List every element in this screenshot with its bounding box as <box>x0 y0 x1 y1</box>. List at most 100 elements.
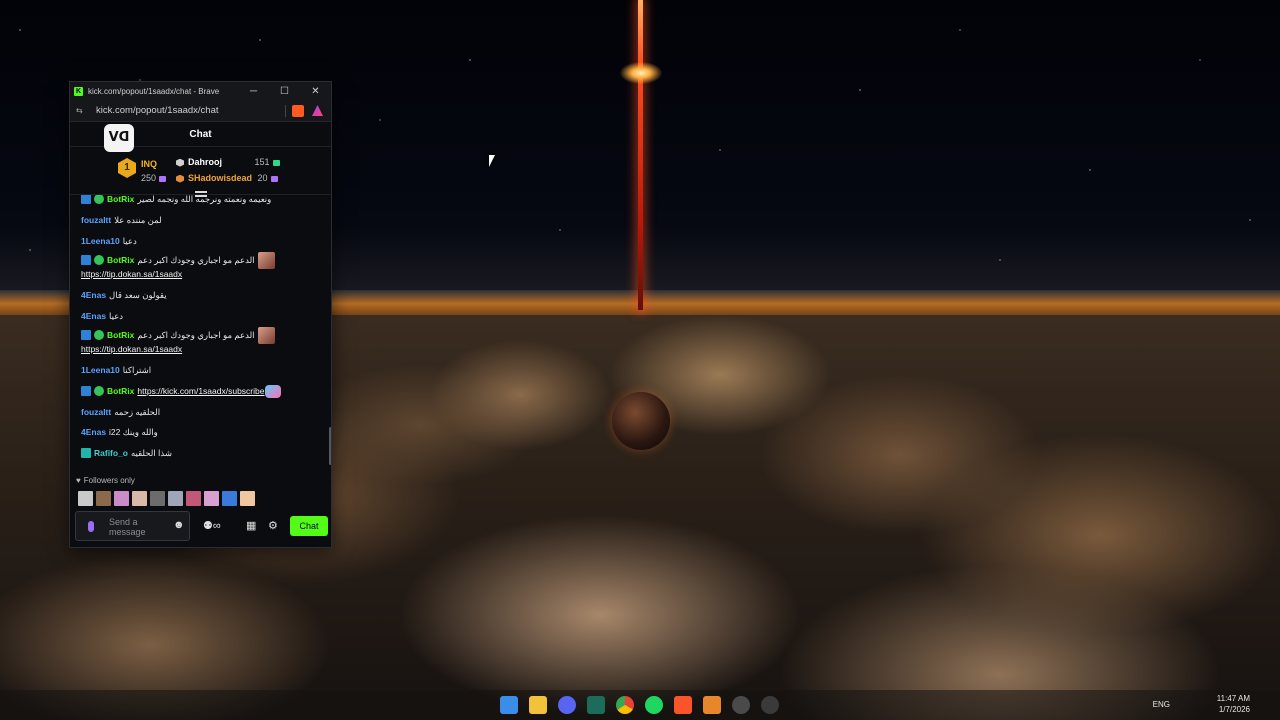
gift-icon <box>272 159 280 166</box>
avatar[interactable] <box>222 491 237 506</box>
avatar[interactable] <box>204 491 219 506</box>
tip-link[interactable]: https://tip.dokan.sa/1saadx <box>81 344 182 354</box>
chat-title: Chat <box>189 128 212 140</box>
leaderboard-third[interactable]: SHadowisdead 20 <box>176 170 280 186</box>
followers-only-label: Followers only <box>83 476 135 485</box>
message-placeholder: Send a message <box>109 517 146 537</box>
bot-badge-icon <box>81 386 91 396</box>
bot-badge-icon <box>81 330 91 340</box>
leaderboard-second[interactable]: Dahrooj 151 <box>176 154 280 170</box>
chat-text: اشتراكنا <box>122 364 152 375</box>
maximize-button[interactable]: ☐ <box>269 86 300 97</box>
chat-text: يقولون سعد قال <box>109 289 167 300</box>
avatar[interactable] <box>150 491 165 506</box>
minimize-button[interactable]: ─ <box>238 86 269 97</box>
site-settings-icon[interactable]: ⇆ <box>76 106 88 115</box>
divider <box>285 104 286 117</box>
window-title: kick.com/popout/1saadx/chat - Brave <box>88 86 220 96</box>
chat-header: V⁠ᗡ Chat <box>70 122 331 152</box>
tip-link[interactable]: https://tip.dokan.sa/1saadx <box>81 269 182 279</box>
discord-icon[interactable] <box>558 696 576 714</box>
chat-username[interactable]: 4Enas <box>81 311 106 321</box>
emote-icon <box>257 326 275 344</box>
avatar[interactable] <box>78 491 93 506</box>
windows-taskbar <box>0 690 1280 720</box>
rewards-badge: 1 <box>320 105 323 108</box>
steam-icon[interactable] <box>761 696 779 714</box>
app-icon[interactable] <box>703 696 721 714</box>
microphone-icon[interactable] <box>88 521 94 532</box>
bot-badge-icon <box>81 255 91 265</box>
chat-message: BotRix https://kick.com/1saadx/subscribe <box>81 384 282 398</box>
chat-username[interactable]: 1Leena10 <box>81 236 120 246</box>
leaderboard-third-count: 20 <box>257 173 268 183</box>
leaderboard-second-name: Dahrooj <box>188 157 223 167</box>
avatar[interactable] <box>186 491 201 506</box>
silver-rank-icon <box>176 158 184 167</box>
recent-chatters <box>78 491 258 506</box>
emote-icon <box>257 251 275 269</box>
rank-1-badge-icon: 1 <box>118 158 136 178</box>
avatar[interactable] <box>114 491 129 506</box>
language-indicator[interactable]: ENG <box>1146 700 1170 709</box>
chat-username[interactable]: BotRix <box>107 255 134 265</box>
emoji-icon[interactable]: ☻ <box>173 519 185 531</box>
avatar[interactable] <box>132 491 147 506</box>
window-titlebar[interactable]: K kick.com/popout/1saadx/chat - Brave ─ … <box>70 82 331 100</box>
avatar[interactable] <box>240 491 255 506</box>
terminal-icon[interactable] <box>587 696 605 714</box>
obs-icon[interactable] <box>732 696 750 714</box>
chat-username[interactable]: BotRix <box>107 386 134 396</box>
subscribe-link[interactable]: https://kick.com/1saadx/subscribe <box>137 386 264 396</box>
chat-message: 1Leena10 دعيا <box>81 234 137 248</box>
chat-text: الدعم مو اجباري وجودك اكبر دعم <box>137 254 255 265</box>
extensions-label: ∞ <box>212 520 221 532</box>
chrome-icon[interactable] <box>616 696 634 714</box>
avatar[interactable] <box>168 491 183 506</box>
chat-scrollbar[interactable] <box>329 427 331 465</box>
chat-username[interactable]: 4Enas <box>81 290 106 300</box>
leaderboard-third-name: SHadowisdead <box>188 173 253 183</box>
store-icon[interactable]: ▦ <box>246 519 256 532</box>
chat-username[interactable]: BotRix <box>107 195 134 204</box>
settings-gear-icon[interactable]: ⚙ <box>268 519 278 532</box>
chat-username[interactable]: 4Enas <box>81 427 106 437</box>
chat-username[interactable]: fouzaltt <box>81 407 111 417</box>
gift-leaderboard: 1 INQ 250 Dahrooj 151 SHadowisdead 20 <box>70 147 331 197</box>
chat-messages: BotRix ونعيمه ونعمته ونرجمه الله ونجمه لص… <box>70 195 331 468</box>
file-explorer-icon[interactable] <box>529 696 547 714</box>
url-field[interactable]: kick.com/popout/1saadx/chat <box>96 105 285 116</box>
chat-username[interactable]: fouzaltt <box>81 215 111 225</box>
clock-date[interactable]: 1/7/2026 <box>1208 705 1250 714</box>
brave-rewards-icon[interactable]: 1 <box>312 105 323 116</box>
start-menu-icon[interactable] <box>500 696 518 714</box>
floating-orb <box>612 392 670 450</box>
chat-username[interactable]: Rafifo_o <box>94 448 128 458</box>
bot-badge-icon <box>81 195 91 204</box>
chat-message: fouzaltt لمن مننده علا <box>81 213 162 227</box>
gift-icon <box>159 175 167 182</box>
message-input[interactable]: Send a message ☻ <box>75 511 190 541</box>
chat-input-row: Send a message ☻ ⚉∞ ▦ ⚙ Chat <box>75 511 330 541</box>
heart-emote-icon <box>265 384 282 398</box>
extensions-icon[interactable]: ⚉∞ <box>203 519 221 532</box>
send-chat-button[interactable]: Chat <box>290 516 328 536</box>
chat-message: 4Enas يقولون سعد قال <box>81 288 167 302</box>
leaderboard-second-count: 151 <box>254 157 270 167</box>
spotify-icon[interactable] <box>645 696 663 714</box>
chat-text: i22 والله وينك <box>109 426 158 437</box>
chat-text: شذا الحلقيه <box>131 447 172 458</box>
close-button[interactable]: ✕ <box>300 86 331 97</box>
clock-time[interactable]: 11:47 AM <box>1208 694 1250 703</box>
chat-username[interactable]: BotRix <box>107 330 134 340</box>
brave-icon[interactable] <box>674 696 692 714</box>
chat-popout-window: K kick.com/popout/1saadx/chat - Brave ─ … <box>69 81 332 548</box>
avatar[interactable] <box>96 491 111 506</box>
leaderboard-first[interactable]: INQ 250 <box>141 157 167 185</box>
brave-shields-icon[interactable] <box>292 104 304 117</box>
verified-icon <box>94 330 104 340</box>
chat-text: ونعيمه ونعمته ونرجمه الله ونجمه لصير <box>137 195 272 204</box>
followers-only-notice: ♥ Followers only <box>76 476 135 485</box>
verified-icon <box>94 386 104 396</box>
chat-username[interactable]: 1Leena10 <box>81 365 120 375</box>
